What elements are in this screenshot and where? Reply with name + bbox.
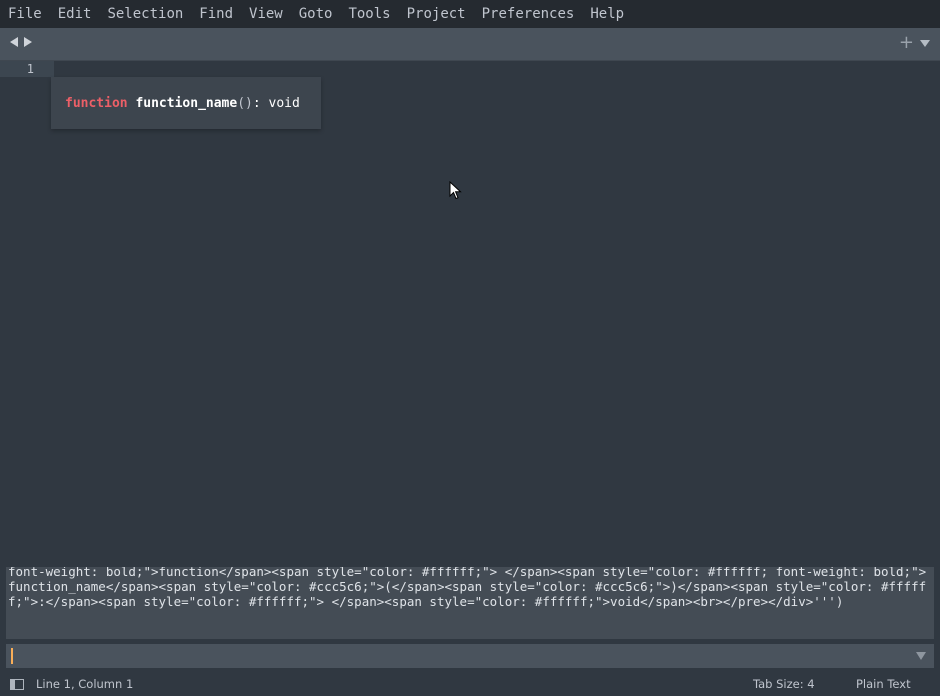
tab-bar: + — [0, 28, 940, 61]
menu-file[interactable]: File — [0, 0, 50, 28]
tab-size-indicator[interactable]: Tab Size: 4 — [753, 677, 815, 691]
menu-selection[interactable]: Selection — [99, 0, 191, 28]
current-line-gutter: 1 — [0, 61, 54, 77]
console-output: font-weight: bold;">function</span><span… — [6, 567, 934, 639]
panel-toggle-icon[interactable] — [10, 679, 24, 690]
popup-parens: () — [237, 95, 253, 111]
signature-popup: function function_name(): void — [51, 77, 321, 129]
console-text: font-weight: bold;">function</span><span… — [8, 567, 927, 609]
text-caret — [11, 648, 13, 664]
menu-project[interactable]: Project — [399, 0, 474, 28]
console-input[interactable] — [6, 644, 934, 668]
tab-menu-icon[interactable] — [920, 40, 930, 47]
signature-text: function function_name(): void — [51, 96, 300, 111]
menu-view[interactable]: View — [241, 0, 291, 28]
menu-preferences[interactable]: Preferences — [474, 0, 583, 28]
cursor-position: Line 1, Column 1 — [36, 677, 134, 691]
new-tab-button[interactable]: + — [899, 34, 914, 52]
menu-find[interactable]: Find — [191, 0, 241, 28]
popup-colon: : — [252, 95, 261, 111]
triangle-right-icon[interactable] — [24, 37, 32, 47]
triangle-left-icon[interactable] — [10, 37, 18, 47]
menu-edit[interactable]: Edit — [50, 0, 100, 28]
mouse-pointer-icon — [449, 181, 462, 200]
popup-function-name: function_name — [135, 95, 238, 111]
menu-goto[interactable]: Goto — [291, 0, 341, 28]
syntax-indicator[interactable]: Plain Text — [856, 677, 911, 691]
popup-keyword: function — [65, 95, 128, 111]
status-bar: Line 1, Column 1 Tab Size: 4 Plain Text — [0, 672, 940, 696]
input-history-dropdown-icon[interactable] — [916, 652, 926, 660]
menu-help[interactable]: Help — [582, 0, 632, 28]
editor-area[interactable]: 1 function function_name(): void — [0, 61, 940, 561]
line-number: 1 — [26, 62, 34, 76]
menu-tools[interactable]: Tools — [340, 0, 398, 28]
popup-return-type: void — [268, 95, 300, 111]
menu-bar: File Edit Selection Find View Goto Tools… — [0, 0, 940, 28]
